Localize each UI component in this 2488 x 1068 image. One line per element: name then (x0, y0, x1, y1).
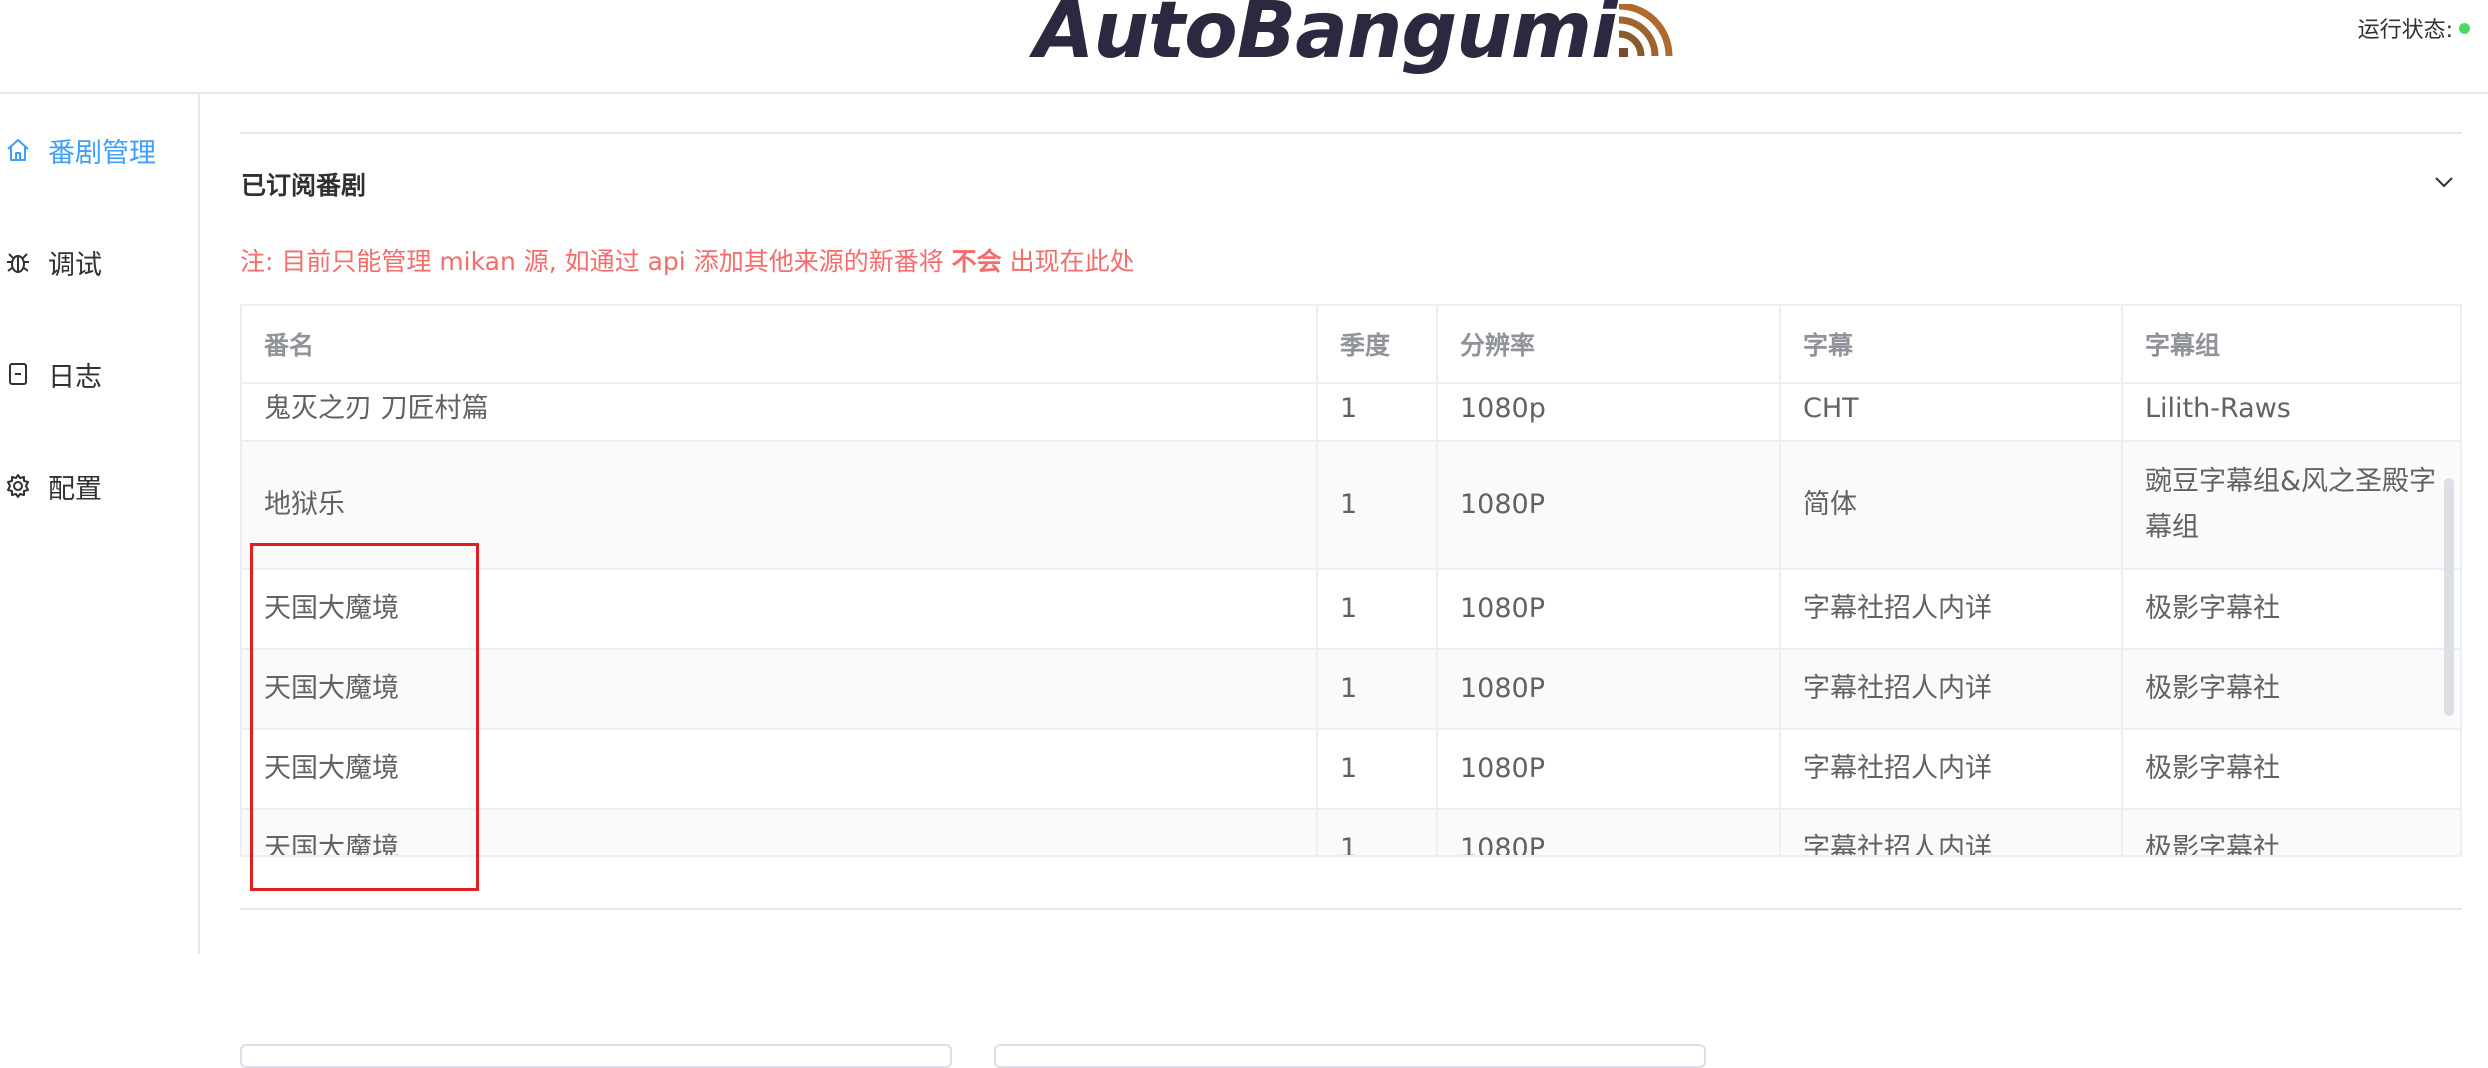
run-status: 运行状态: (2358, 12, 2470, 44)
sidebar-item-debug[interactable]: 调试 (0, 232, 198, 292)
cell-subtitle: 简体 (1781, 442, 2123, 568)
cell-resolution: 1080P (1438, 570, 1781, 648)
home-icon (4, 136, 32, 164)
chevron-down-icon[interactable] (2430, 168, 2458, 196)
cell-season: 1 (1318, 810, 1438, 855)
cell-resolution: 1080P (1438, 650, 1781, 728)
gear-icon (4, 472, 32, 500)
table-row[interactable]: 天国大魔境 1 1080P 字幕社招人内详 极影字幕社 (242, 650, 2460, 730)
cell-subtitle: 字幕社招人内详 (1781, 650, 2123, 728)
cell-group: 极影字幕社 (2145, 833, 2280, 857)
logo-text: AutoBangumi (1034, 0, 1618, 76)
cell-subtitle: 字幕社招人内详 (1781, 730, 2123, 808)
table-row[interactable]: 天国大魔境 1 1080P 字幕社招人内详 极影字幕社 (242, 570, 2460, 650)
cell-resolution: 1080P (1438, 810, 1781, 855)
notice-emphasis: 不会 (951, 247, 1002, 276)
app-header: AutoBangumi 运行状态: (0, 0, 2488, 94)
column-header-subtitle[interactable]: 字幕 (1781, 306, 2123, 382)
sidebar-item-label: 调试 (48, 249, 102, 281)
card-edge (994, 1044, 1706, 1068)
column-header-resolution[interactable]: 分辨率 (1438, 306, 1781, 382)
highlight-annotation-box (250, 543, 479, 891)
collapse-header-title[interactable]: 已订阅番剧 (241, 166, 366, 202)
cell-season: 1 (1318, 570, 1438, 648)
sidebar-item-label: 日志 (48, 361, 102, 393)
column-header-season[interactable]: 季度 (1318, 306, 1438, 382)
cell-season: 1 (1318, 650, 1438, 728)
table-header: 番名 季度 分辨率 字幕 字幕组 (242, 306, 2460, 384)
table-row[interactable]: 天国大魔境 1 1080P 字幕社招人内详 极影字幕社 (242, 730, 2460, 810)
cell-season: 1 (1318, 442, 1438, 568)
sidebar: 番剧管理 调试 日志 配置 (0, 94, 200, 954)
cell-group: 豌豆字幕组&风之圣殿字幕组 (2145, 466, 2437, 543)
status-indicator-dot (2459, 22, 2470, 34)
cell-resolution: 1080P (1438, 730, 1781, 808)
broadcast-icon (1618, 4, 1673, 57)
table-scrollbar[interactable] (2444, 478, 2454, 716)
table-row[interactable]: 地狱乐 1 1080P 简体 豌豆字幕组&风之圣殿字幕组 (242, 442, 2460, 570)
table-row[interactable]: 天国大魔境 1 1080P 字幕社招人内详 极影字幕社 (242, 810, 2460, 857)
sidebar-item-label: 番剧管理 (48, 137, 156, 169)
bug-icon (4, 248, 32, 276)
sidebar-item-bangumi-manage[interactable]: 番剧管理 (0, 120, 198, 180)
cell-subtitle: 字幕社招人内详 (1781, 810, 2123, 855)
sidebar-item-config[interactable]: 配置 (0, 456, 198, 516)
cell-group: 极影字幕社 (2145, 753, 2280, 784)
cell-resolution: 1080P (1438, 442, 1781, 568)
cell-group: 极影字幕社 (2145, 593, 2280, 624)
status-label: 运行状态: (2357, 18, 2453, 43)
column-header-group[interactable]: 字幕组 (2123, 306, 2460, 382)
cell-season: 1 (1318, 730, 1438, 808)
notice-suffix: 出现在此处 (1001, 247, 1135, 276)
app-logo[interactable]: AutoBangumi (1034, 0, 1685, 70)
divider (240, 132, 2462, 134)
cell-group: 极影字幕社 (2145, 673, 2280, 704)
sidebar-item-log[interactable]: 日志 (0, 344, 198, 404)
sidebar-item-label: 配置 (48, 473, 102, 505)
document-icon (4, 360, 32, 388)
cell-subtitle: 字幕社招人内详 (1781, 570, 2123, 648)
column-header-name[interactable]: 番名 (242, 306, 1318, 382)
card-edge (240, 1044, 952, 1068)
notice-prefix: 注: 目前只能管理 mikan 源, 如通过 api 添加其他来源的新番将 (240, 247, 952, 276)
bangumi-table: 番名 季度 分辨率 字幕 字幕组 鬼灭之刃 刀匠村篇 1 1080p CHT L… (240, 304, 2462, 857)
divider (240, 908, 2462, 910)
notice-text: 注: 目前只能管理 mikan 源, 如通过 api 添加其他来源的新番将 不会… (240, 242, 1135, 278)
main-content: 已订阅番剧 注: 目前只能管理 mikan 源, 如通过 api 添加其他来源的… (200, 94, 2488, 1068)
